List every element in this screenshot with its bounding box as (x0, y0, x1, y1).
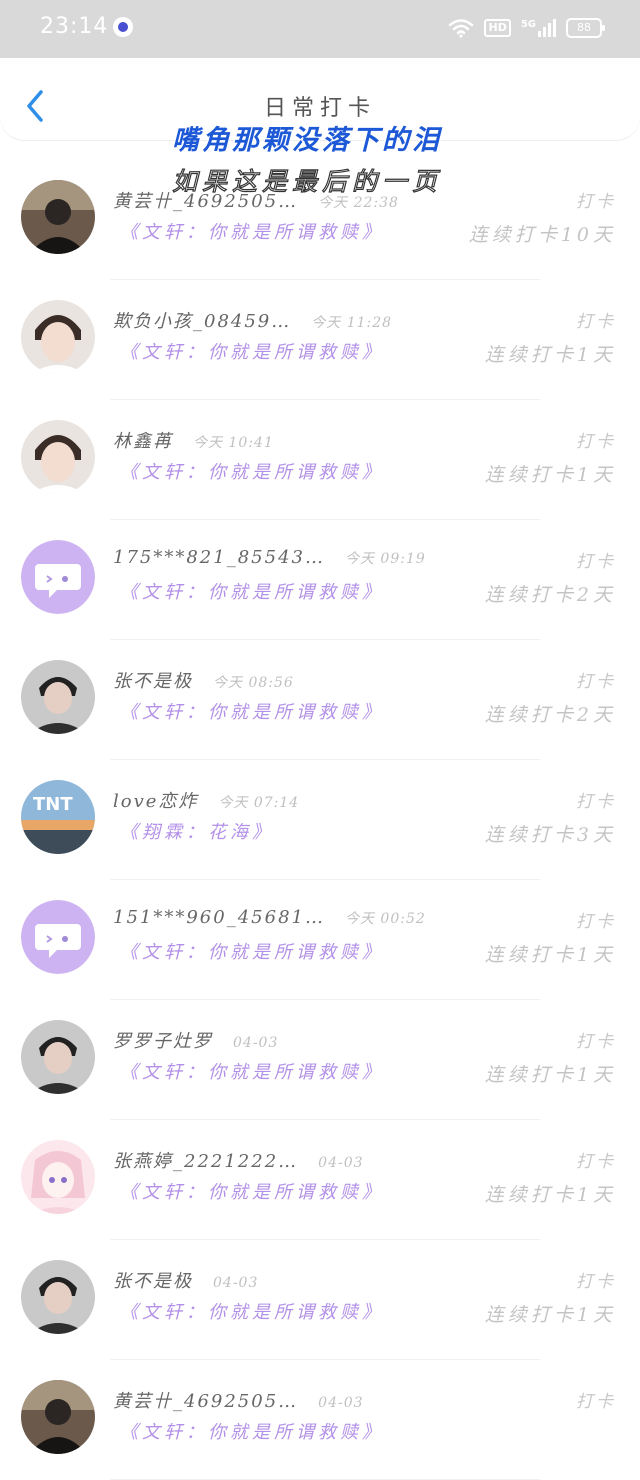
wifi-icon (449, 19, 474, 38)
user-name-line: 175***821_85543… 今天 09:19 (113, 547, 426, 568)
user-name: love恋炸 (113, 791, 199, 812)
user-name: 张燕婷_2221222… (113, 1151, 299, 1172)
checkin-row[interactable]: 欺负小孩_08459… 今天 11:28 《文轩：你就是所谓救赎》 打卡连续打卡1天 (0, 280, 640, 400)
checkin-row[interactable]: 黄芸卄_4692505… 今天 22:38 《文轩：你就是所谓救赎》 打卡连续打卡10… (0, 160, 640, 280)
song-title: 《文轩：你就是所谓救赎》 (120, 342, 384, 363)
page-title: 日常打卡 (263, 96, 376, 121)
user-name: 林鑫苒 (113, 431, 173, 452)
avatar[interactable] (21, 1260, 95, 1334)
song-title: 《文轩：你就是所谓救赎》 (120, 582, 384, 603)
signal-icon: 5G (521, 19, 556, 37)
checkin-time: 今天 09:19 (344, 551, 426, 567)
streak-count: 连续打卡1天 (484, 944, 616, 966)
song-title: 《文轩：你就是所谓救赎》 (120, 1062, 384, 1083)
svg-text:TNT: TNT (33, 794, 73, 815)
user-name-line: love恋炸 今天 07:14 (113, 787, 299, 813)
streak-count: 连续打卡1天 (484, 1184, 616, 1206)
user-name: 张不是极 (113, 671, 193, 692)
streak-count: 连续打卡3天 (484, 824, 616, 846)
checkin-time: 04-03 (213, 1275, 259, 1291)
checkin-label: 打卡 (576, 192, 616, 212)
song-title: 《文轩：你就是所谓救赎》 (120, 222, 384, 243)
song-title: 《文轩：你就是所谓救赎》 (120, 1302, 384, 1323)
checkin-list: 黄芸卄_4692505… 今天 22:38 《文轩：你就是所谓救赎》 打卡 连续打卡10… (0, 160, 640, 1480)
top-nav-bar: 日常打卡 (0, 58, 640, 140)
checkin-label: 打卡 (576, 552, 616, 572)
battery-icon: 88 (566, 18, 605, 38)
avatar[interactable] (21, 1140, 95, 1214)
streak-count: 连续打卡10天 (468, 224, 616, 246)
checkin-row[interactable]: 张燕婷_2221222… 04-03 《文轩：你就是所谓救赎》 打卡连续打卡1天 (0, 1120, 640, 1240)
checkin-row[interactable]: 175***821_85543… 今天 09:19 《文轩：你就是所谓救赎》 打卡连续… (0, 520, 640, 640)
checkin-time: 04-03 (233, 1035, 279, 1051)
hd-icon: HD (484, 19, 511, 37)
checkin-time: 今天 08:56 (213, 675, 294, 691)
user-name-line: 张不是极 今天 08:56 (113, 667, 294, 693)
checkin-row[interactable]: 罗罗子灶罗 04-03 《文轩：你就是所谓救赎》 打卡连续打卡1天 (0, 1000, 640, 1120)
song-title: 《文轩：你就是所谓救赎》 (120, 462, 384, 483)
song-title: 《文轩：你就是所谓救赎》 (120, 702, 384, 723)
checkin-row[interactable]: 张不是极 今天 08:56 《文轩：你就是所谓救赎》 打卡连续打卡2天 (0, 640, 640, 760)
checkin-label: 打卡 (576, 432, 616, 452)
user-name: 175***821_85543… (113, 547, 325, 568)
user-name-line: 黄芸卄_4692505… 04-03 (113, 1387, 364, 1413)
user-name: 151***960_45681… (113, 907, 325, 928)
avatar[interactable] (21, 420, 95, 494)
user-name: 罗罗子灶罗 (113, 1031, 213, 1052)
checkin-row[interactable]: 151***960_45681… 今天 00:52 《文轩：你就是所谓救赎》 打卡连续… (0, 880, 640, 1000)
checkin-row[interactable]: 林鑫苒 今天 10:41 《文轩：你就是所谓救赎》 打卡连续打卡1天 (0, 400, 640, 520)
avatar[interactable]: TNT (21, 780, 95, 854)
checkin-time: 04-03 (318, 1395, 364, 1411)
checkin-label: 打卡 (576, 792, 616, 812)
avatar[interactable] (21, 900, 95, 974)
avatar[interactable] (21, 180, 95, 254)
checkin-row[interactable]: TNT love恋炸 今天 07:14 《翔霖：花海》 打卡连续打卡3天 (0, 760, 640, 880)
checkin-label: 打卡 (576, 672, 616, 692)
streak-count: 连续打卡1天 (484, 344, 616, 366)
avatar[interactable] (21, 300, 95, 374)
streak-count: 连续打卡1天 (484, 1304, 616, 1326)
user-name: 张不是极 (113, 1271, 193, 1292)
user-name-line: 欺负小孩_08459… 今天 11:28 (113, 307, 392, 333)
streak-count: 连续打卡2天 (484, 704, 616, 726)
streak-count: 连续打卡1天 (484, 1064, 616, 1086)
avatar[interactable] (21, 1380, 95, 1454)
streak-count: 连续打卡1天 (484, 464, 616, 486)
checkin-time: 04-03 (318, 1155, 364, 1171)
user-name-line: 罗罗子灶罗 04-03 (113, 1027, 278, 1053)
avatar[interactable] (21, 540, 95, 614)
user-name-line: 151***960_45681… 今天 00:52 (113, 907, 426, 928)
network-type: 5G (520, 19, 536, 30)
user-name: 黄芸卄_4692505… (113, 1391, 299, 1412)
checkin-row[interactable]: 黄芸卄_4692505… 04-03 《文轩：你就是所谓救赎》 打卡 (0, 1360, 640, 1480)
user-name-line: 林鑫苒 今天 10:41 (113, 427, 274, 453)
checkin-label: 打卡 (576, 312, 616, 332)
user-name-line: 张燕婷_2221222… 04-03 (113, 1147, 364, 1173)
user-name-line: 黄芸卄_4692505… 今天 22:38 (113, 187, 399, 213)
avatar[interactable] (21, 1020, 95, 1094)
checkin-time: 今天 10:41 (193, 435, 274, 451)
app-notification-icon (113, 17, 133, 37)
user-name: 黄芸卄_4692505… (113, 191, 299, 212)
user-name: 欺负小孩_08459… (113, 311, 292, 332)
user-name-line: 张不是极 04-03 (113, 1267, 258, 1293)
checkin-time: 今天 22:38 (318, 195, 399, 211)
checkin-time: 今天 11:28 (311, 315, 393, 331)
checkin-time: 今天 07:14 (218, 795, 300, 811)
song-title: 《翔霖：花海》 (120, 822, 274, 843)
checkin-label: 打卡 (576, 1392, 616, 1412)
checkin-label: 打卡 (576, 1032, 616, 1052)
avatar[interactable] (21, 660, 95, 734)
checkin-label: 打卡 (576, 1272, 616, 1292)
status-bar: 23:14 HD 5G 88 (0, 0, 640, 58)
checkin-row[interactable]: 张不是极 04-03 《文轩：你就是所谓救赎》 打卡连续打卡1天 (0, 1240, 640, 1360)
status-indicators: HD 5G 88 (448, 16, 605, 40)
song-title: 《文轩：你就是所谓救赎》 (120, 942, 384, 963)
checkin-label: 打卡 (576, 912, 616, 932)
checkin-time: 今天 00:52 (344, 911, 426, 927)
streak-count: 连续打卡2天 (484, 584, 616, 606)
song-title: 《文轩：你就是所谓救赎》 (120, 1182, 384, 1203)
status-time: 23:14 (40, 14, 109, 39)
checkin-label: 打卡 (576, 1152, 616, 1172)
